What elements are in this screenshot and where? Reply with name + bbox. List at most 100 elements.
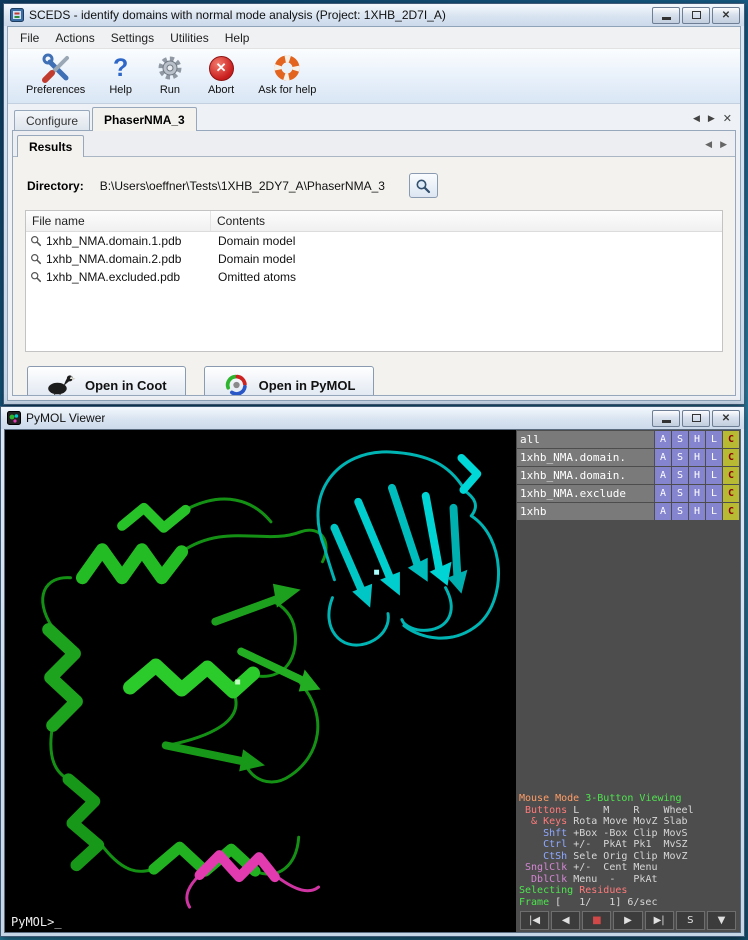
object-button-c[interactable]: C — [723, 485, 739, 502]
tab-results[interactable]: Results — [17, 135, 84, 157]
molecule-viewport[interactable]: PyMOL>_ — [5, 430, 516, 932]
object-button-h[interactable]: H — [689, 485, 705, 502]
run-button[interactable]: Run — [144, 52, 196, 96]
object-name[interactable]: all — [517, 431, 654, 448]
results-pane: Directory: B:\Users\oeffner\Tests\1XHB_2… — [13, 157, 735, 396]
object-button-a[interactable]: A — [655, 467, 671, 484]
close-button[interactable]: ✕ — [712, 410, 740, 427]
menu-button[interactable]: ▼ — [707, 911, 736, 930]
object-button-s[interactable]: S — [672, 485, 688, 502]
step-back-button[interactable]: ◀ — [551, 911, 580, 930]
file-magnifier-icon — [30, 235, 42, 247]
object-button-a[interactable]: A — [655, 485, 671, 502]
mouse-panel-line: & Keys Rota Move MovZ Slab — [519, 816, 737, 828]
object-button-l[interactable]: L — [706, 431, 722, 448]
object-name[interactable]: 1xhb_NMA.exclude — [517, 485, 654, 502]
open-in-coot-button[interactable]: Open in Coot — [27, 366, 186, 396]
help-button[interactable]: ? Help — [97, 52, 144, 96]
object-name[interactable]: 1xhb — [517, 503, 654, 520]
column-file-name[interactable]: File name — [26, 211, 211, 231]
pymol-command-prompt[interactable]: PyMOL>_ — [11, 915, 62, 929]
ask-for-help-button[interactable]: Ask for help — [246, 52, 328, 96]
browse-directory-button[interactable] — [409, 173, 438, 198]
mouse-panel-text: Ctrl — [519, 839, 567, 850]
table-row[interactable]: 1xhb_NMA.excluded.pdb Omitted atoms — [26, 268, 722, 286]
step-forward-button[interactable]: ▶| — [645, 911, 674, 930]
object-button-h[interactable]: H — [689, 503, 705, 520]
maximize-button[interactable] — [682, 410, 710, 427]
mouse-panel-line: Shft +Box -Box Clip MovS — [519, 828, 737, 840]
object-button-l[interactable]: L — [706, 503, 722, 520]
protein-structure-render — [5, 430, 516, 932]
object-button-s[interactable]: S — [672, 449, 688, 466]
gear-icon — [156, 52, 184, 84]
close-button[interactable]: ✕ — [712, 7, 740, 24]
help-label: Help — [109, 84, 132, 96]
tab-configure[interactable]: Configure — [14, 110, 90, 131]
object-button-h[interactable]: H — [689, 431, 705, 448]
file-contents: Domain model — [211, 234, 295, 248]
rewind-button[interactable]: |◀ — [520, 911, 549, 930]
pymol-titlebar[interactable]: PyMOL Viewer ✕ — [1, 407, 744, 429]
object-button-c[interactable]: C — [723, 431, 739, 448]
object-button-s[interactable]: S — [672, 503, 688, 520]
subtab-scroll-right-icon[interactable]: ▶ — [720, 139, 727, 150]
object-button-h[interactable]: H — [689, 467, 705, 484]
menu-settings[interactable]: Settings — [103, 28, 162, 48]
abort-button[interactable]: ✕ Abort — [196, 52, 246, 96]
sceds-client-area: File Actions Settings Utilities Help Pre… — [7, 26, 741, 401]
green-domain-ribbon — [43, 499, 326, 874]
object-name[interactable]: 1xhb_NMA.domain. — [517, 467, 654, 484]
menu-help[interactable]: Help — [217, 28, 258, 48]
tab-close-icon[interactable]: ✕ — [723, 112, 732, 125]
object-button-l[interactable]: L — [706, 485, 722, 502]
object-button-c[interactable]: C — [723, 467, 739, 484]
minimize-button[interactable] — [652, 7, 680, 24]
menu-utilities[interactable]: Utilities — [162, 28, 217, 48]
menu-file[interactable]: File — [12, 28, 47, 48]
object-button-a[interactable]: A — [655, 431, 671, 448]
maximize-icon — [692, 11, 701, 19]
menu-actions[interactable]: Actions — [47, 28, 102, 48]
scene-button[interactable]: S — [676, 911, 705, 930]
subtab-scroll-left-icon[interactable]: ◀ — [705, 139, 712, 150]
pymol-logo-icon — [223, 372, 250, 396]
tab-scroll-right-icon[interactable]: ▶ — [708, 113, 715, 124]
object-name[interactable]: 1xhb_NMA.domain. — [517, 449, 654, 466]
object-button-a[interactable]: A — [655, 503, 671, 520]
tab-scroll-left-icon[interactable]: ◀ — [693, 113, 700, 124]
object-button-s[interactable]: S — [672, 431, 688, 448]
table-row[interactable]: 1xhb_NMA.domain.1.pdb Domain model — [26, 232, 722, 250]
minimize-icon — [662, 420, 671, 423]
mouse-panel-text: L M R Wheel — [567, 805, 693, 816]
minimize-button[interactable] — [652, 410, 680, 427]
object-button-s[interactable]: S — [672, 467, 688, 484]
column-contents[interactable]: Contents — [211, 211, 271, 231]
mouse-panel-text: Mouse Mode — [519, 793, 585, 804]
sceds-titlebar[interactable]: SCEDS - identify domains with normal mod… — [4, 4, 744, 26]
mouse-panel-text: & Keys — [519, 816, 567, 827]
cyan-domain-ribbon — [318, 452, 499, 645]
abort-x-glyph: ✕ — [216, 60, 227, 76]
toolbar: Preferences ? Help Run ✕ — [8, 49, 740, 104]
open-in-coot-label: Open in Coot — [85, 378, 167, 393]
object-button-h[interactable]: H — [689, 449, 705, 466]
open-in-pymol-button[interactable]: Open in PyMOL — [204, 366, 375, 396]
table-row[interactable]: 1xhb_NMA.domain.2.pdb Domain model — [26, 250, 722, 268]
directory-value: B:\Users\oeffner\Tests\1XHB_2DY7_A\Phase… — [100, 179, 385, 193]
object-button-l[interactable]: L — [706, 467, 722, 484]
object-button-c[interactable]: C — [723, 503, 739, 520]
preferences-button[interactable]: Preferences — [14, 52, 97, 96]
object-row: 1xhb_NMA.domain.ASHLC — [517, 449, 739, 466]
abort-label: Abort — [208, 84, 234, 96]
tab-nav: ◀ ▶ ✕ — [693, 112, 732, 131]
maximize-button[interactable] — [682, 7, 710, 24]
stop-button[interactable]: ■ — [582, 911, 611, 930]
maximize-icon — [692, 414, 701, 422]
tab-phasernma-3[interactable]: PhaserNMA_3 — [92, 107, 197, 131]
mouse-panel-line: DblClk Menu - PkAt — [519, 874, 737, 886]
object-button-c[interactable]: C — [723, 449, 739, 466]
object-button-l[interactable]: L — [706, 449, 722, 466]
play-button[interactable]: ▶ — [613, 911, 642, 930]
object-button-a[interactable]: A — [655, 449, 671, 466]
